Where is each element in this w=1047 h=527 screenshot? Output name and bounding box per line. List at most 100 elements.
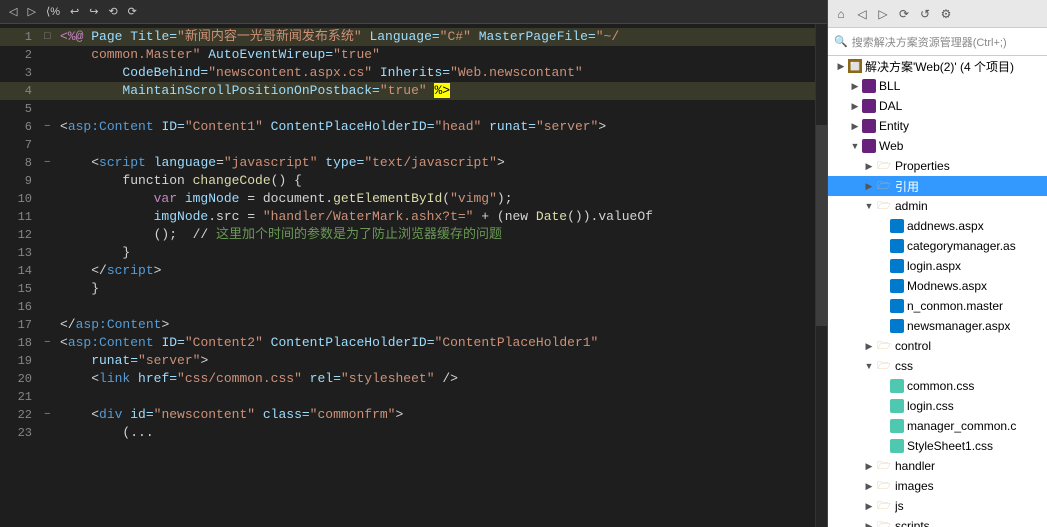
tree-item[interactable]: ▶🗁images	[828, 476, 1047, 496]
minimap	[815, 24, 827, 527]
line-content: var imgNode = document.getElementById("v…	[60, 190, 807, 208]
tree-item[interactable]: ▶⬜解决方案'Web(2)' (4 个项目)	[828, 56, 1047, 76]
tree-item-label: 解决方案'Web(2)' (4 个项目)	[865, 58, 1014, 75]
tree-item[interactable]: Modnews.aspx	[828, 276, 1047, 296]
toolbar-refresh2[interactable]: ⟳	[125, 4, 140, 19]
code-line: 17 </asp:Content>	[0, 316, 815, 334]
toolbar-redo[interactable]: ↪	[86, 4, 101, 19]
tree-item-label: Entity	[879, 119, 909, 133]
line-number: 18	[4, 334, 32, 352]
tree-arrow-icon: ▼	[848, 139, 862, 153]
tree-item-label: handler	[895, 459, 935, 473]
tree-arrow-icon	[876, 439, 890, 453]
project-icon	[862, 139, 876, 153]
folder-icon: 🗁	[876, 498, 892, 514]
tree-item[interactable]: ▼🗁css	[828, 356, 1047, 376]
tree-item[interactable]: categorymanager.as	[828, 236, 1047, 256]
code-lines[interactable]: 1□<%@ Page Title="新闻内容一光哥新闻发布系统" Languag…	[0, 24, 815, 527]
tree-item[interactable]: ▶🗁scripts	[828, 516, 1047, 527]
collapse-icon[interactable]: −	[44, 406, 58, 424]
line-number: 3	[4, 64, 32, 82]
toolbar-undo[interactable]: ↩	[67, 4, 82, 19]
tree-item[interactable]: ▶BLL	[828, 76, 1047, 96]
code-line: 5	[0, 100, 815, 118]
line-number: 7	[4, 136, 32, 154]
line-content: function changeCode() {	[60, 172, 807, 190]
panel-sync[interactable]: ⟳	[895, 5, 913, 23]
line-number: 4	[4, 82, 32, 100]
tree-item[interactable]: login.aspx	[828, 256, 1047, 276]
tree-item[interactable]: ▶🗁引用	[828, 176, 1047, 196]
folder-icon: 🗁	[876, 158, 892, 174]
tree-item-label: login.css	[907, 399, 954, 413]
tree-item[interactable]: ▼Web	[828, 136, 1047, 156]
line-number: 21	[4, 388, 32, 406]
line-number: 10	[4, 190, 32, 208]
collapse-icon[interactable]: □	[44, 28, 58, 46]
tree-item[interactable]: addnews.aspx	[828, 216, 1047, 236]
folder-icon: 🗁	[876, 198, 892, 214]
panel-home[interactable]: ⌂	[832, 5, 850, 23]
tree-item-label: js	[895, 499, 904, 513]
collapse-icon[interactable]: −	[44, 118, 58, 136]
line-content: MaintainScrollPositionOnPostback="true" …	[60, 82, 807, 100]
line-number: 6	[4, 118, 32, 136]
panel-search-bar: 🔍 搜索解决方案资源管理器(Ctrl+;)	[828, 28, 1047, 56]
css-icon	[890, 439, 904, 453]
tree-item[interactable]: newsmanager.aspx	[828, 316, 1047, 336]
tree-arrow-icon	[876, 239, 890, 253]
code-line: 7	[0, 136, 815, 154]
code-line: 2 common.Master" AutoEventWireup="true"	[0, 46, 815, 64]
folder-icon: 🗁	[876, 458, 892, 474]
line-content: (...	[60, 424, 807, 442]
toolbar-tag-open[interactable]: ⟨%	[43, 4, 63, 19]
toolbar-back[interactable]: ◁	[6, 4, 20, 19]
tree-item[interactable]: manager_common.c	[828, 416, 1047, 436]
line-content: <div id="newscontent" class="commonfrm">	[60, 406, 807, 424]
collapse-icon[interactable]: −	[44, 334, 58, 352]
line-number: 12	[4, 226, 32, 244]
toolbar-forward[interactable]: ▷	[24, 4, 38, 19]
tree-item[interactable]: login.css	[828, 396, 1047, 416]
line-content: (); // 这里加个时间的参数是为了防止浏览器缓存的问题	[60, 226, 807, 244]
folder-icon: 🗁	[876, 178, 892, 194]
panel-settings[interactable]: ⚙	[937, 5, 955, 23]
code-line: 11 imgNode.src = "handler/WaterMark.ashx…	[0, 208, 815, 226]
tree-item-label: admin	[895, 199, 928, 213]
tree-item-label: Modnews.aspx	[907, 279, 987, 293]
tree-item[interactable]: ▶DAL	[828, 96, 1047, 116]
line-content: }	[60, 280, 807, 298]
folder-icon: 🗁	[876, 478, 892, 494]
tree-item[interactable]: n_conmon.master	[828, 296, 1047, 316]
collapse-icon[interactable]: −	[44, 154, 58, 172]
panel-forward[interactable]: ▷	[874, 5, 892, 23]
tree-item[interactable]: ▶🗁handler	[828, 456, 1047, 476]
line-content: <script language="javascript" type="text…	[60, 154, 807, 172]
tree-item-label: addnews.aspx	[907, 219, 984, 233]
line-content: </asp:Content>	[60, 316, 807, 334]
tree-item[interactable]: ▶Entity	[828, 116, 1047, 136]
tree-item[interactable]: ▼🗁admin	[828, 196, 1047, 216]
tree-item[interactable]: ▶🗁control	[828, 336, 1047, 356]
tree-item-label: css	[895, 359, 913, 373]
line-content: }	[60, 244, 807, 262]
project-icon	[862, 119, 876, 133]
line-number: 15	[4, 280, 32, 298]
line-content: imgNode.src = "handler/WaterMark.ashx?t=…	[60, 208, 807, 226]
toolbar-refresh1[interactable]: ⟲	[105, 4, 120, 19]
line-content: runat="server">	[60, 352, 807, 370]
line-content: <%@ Page Title="新闻内容一光哥新闻发布系统" Language=…	[60, 28, 807, 46]
tree-item-label: control	[895, 339, 931, 353]
panel-refresh[interactable]: ↺	[916, 5, 934, 23]
tree-item[interactable]: StyleSheet1.css	[828, 436, 1047, 456]
tree-item[interactable]: ▶🗁Properties	[828, 156, 1047, 176]
panel-back[interactable]: ◁	[853, 5, 871, 23]
tree-item[interactable]: ▶🗁js	[828, 496, 1047, 516]
tree-arrow-icon: ▶	[862, 499, 876, 513]
tree-arrow-icon: ▼	[862, 199, 876, 213]
tree-arrow-icon	[876, 319, 890, 333]
tree-item[interactable]: common.css	[828, 376, 1047, 396]
line-content: common.Master" AutoEventWireup="true"	[60, 46, 807, 64]
tree-arrow-icon	[876, 279, 890, 293]
line-number: 14	[4, 262, 32, 280]
